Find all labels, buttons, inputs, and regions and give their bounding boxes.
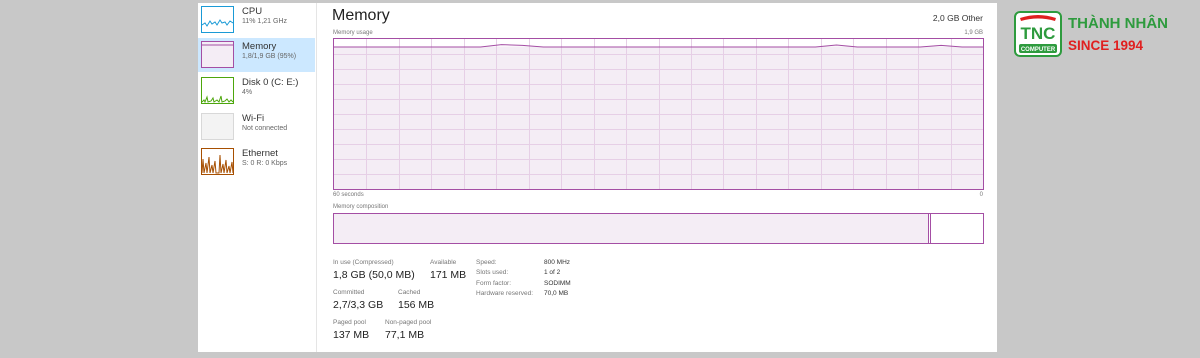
speed-value: 800 MHz <box>544 259 571 266</box>
sidebar-item-label: Wi-Fi <box>242 113 265 124</box>
sidebar-item-sublabel: S: 0 R: 0 Kbps <box>242 160 288 167</box>
sidebar-item-sublabel: 11% 1,21 GHz <box>242 18 288 25</box>
available-value: 171 MB <box>430 269 467 281</box>
sidebar-item-sublabel: 1,8/1,9 GB (95%) <box>242 53 297 60</box>
memory-composition-bar <box>333 213 984 244</box>
paged-pool-label: Paged pool <box>333 319 366 326</box>
brand-logo: TNC COMPUTER THÀNH NHÂN SINCE 1994 <box>1012 11 1190 61</box>
tnc-computer-logo-mark: TNC COMPUTER <box>1014 11 1062 57</box>
composition-standby-divider <box>930 214 932 243</box>
memory-total-label: 2,0 GB Other <box>932 13 983 23</box>
wifi-thumbnail-graph <box>201 113 234 140</box>
graph-min-label: 0 <box>979 192 983 198</box>
sidebar-item-label: Ethernet <box>242 148 278 159</box>
non-paged-pool-value: 77,1 MB <box>385 329 425 341</box>
cached-value: 156 MB <box>398 299 435 311</box>
available-label: Available <box>430 259 457 266</box>
sidebar-item-cpu[interactable]: CPU 11% 1,21 GHz <box>198 3 315 37</box>
cached-label: Cached <box>398 289 421 296</box>
brand-name: THÀNH NHÂN <box>1068 15 1168 32</box>
sidebar-item-disk[interactable]: Disk 0 (C: E:) 4% <box>198 74 315 108</box>
memory-usage-graph <box>333 38 984 190</box>
slots-used-label: Slots used: <box>476 269 509 276</box>
svg-text:TNC: TNC <box>1021 24 1056 43</box>
paged-pool-value: 137 MB <box>333 329 370 341</box>
brand-since: SINCE 1994 <box>1068 38 1144 53</box>
performance-sidebar: CPU 11% 1,21 GHz Memory 1,8/1,9 GB (95%)… <box>198 3 317 352</box>
task-manager-window: CPU 11% 1,21 GHz Memory 1,8/1,9 GB (95%)… <box>198 3 997 352</box>
slots-used-value: 1 of 2 <box>544 269 561 276</box>
graph-time-span-label: 60 seconds <box>333 192 364 198</box>
memory-composition-label: Memory composition <box>333 204 389 210</box>
form-factor-label: Form factor: <box>476 280 512 287</box>
cpu-thumbnail-graph <box>201 6 234 33</box>
memory-usage-max-label: 1,9 GB <box>964 30 983 36</box>
non-paged-pool-label: Non-paged pool <box>385 319 432 326</box>
composition-in-use-segment <box>334 214 929 243</box>
hardware-reserved-label: Hardware reserved: <box>476 290 534 297</box>
page-title: Memory <box>332 7 390 24</box>
committed-value: 2,7/3,3 GB <box>333 299 384 311</box>
sidebar-item-memory[interactable]: Memory 1,8/1,9 GB (95%) <box>198 38 315 72</box>
hardware-reserved-value: 70,0 MB <box>544 290 569 297</box>
sidebar-item-sublabel: Not connected <box>242 125 288 132</box>
sidebar-item-label: CPU <box>242 6 263 17</box>
sidebar-item-label: Memory <box>242 41 277 52</box>
sidebar-item-sublabel: 4% <box>242 89 253 96</box>
form-factor-value: SODIMM <box>544 280 571 287</box>
disk-thumbnail-graph <box>201 77 234 104</box>
committed-label: Committed <box>333 289 365 296</box>
ethernet-thumbnail-graph <box>201 148 234 175</box>
memory-thumbnail-graph <box>201 41 234 68</box>
in-use-value: 1,8 GB (50,0 MB) <box>333 269 415 281</box>
in-use-label: In use (Compressed) <box>333 259 394 266</box>
sidebar-item-label: Disk 0 (C: E:) <box>242 77 299 88</box>
svg-text:COMPUTER: COMPUTER <box>1021 47 1056 53</box>
sidebar-item-wifi[interactable]: Wi-Fi Not connected <box>198 110 315 144</box>
speed-label: Speed: <box>476 259 497 266</box>
memory-usage-label: Memory usage <box>333 30 373 36</box>
sidebar-item-ethernet[interactable]: Ethernet S: 0 R: 0 Kbps <box>198 145 315 179</box>
